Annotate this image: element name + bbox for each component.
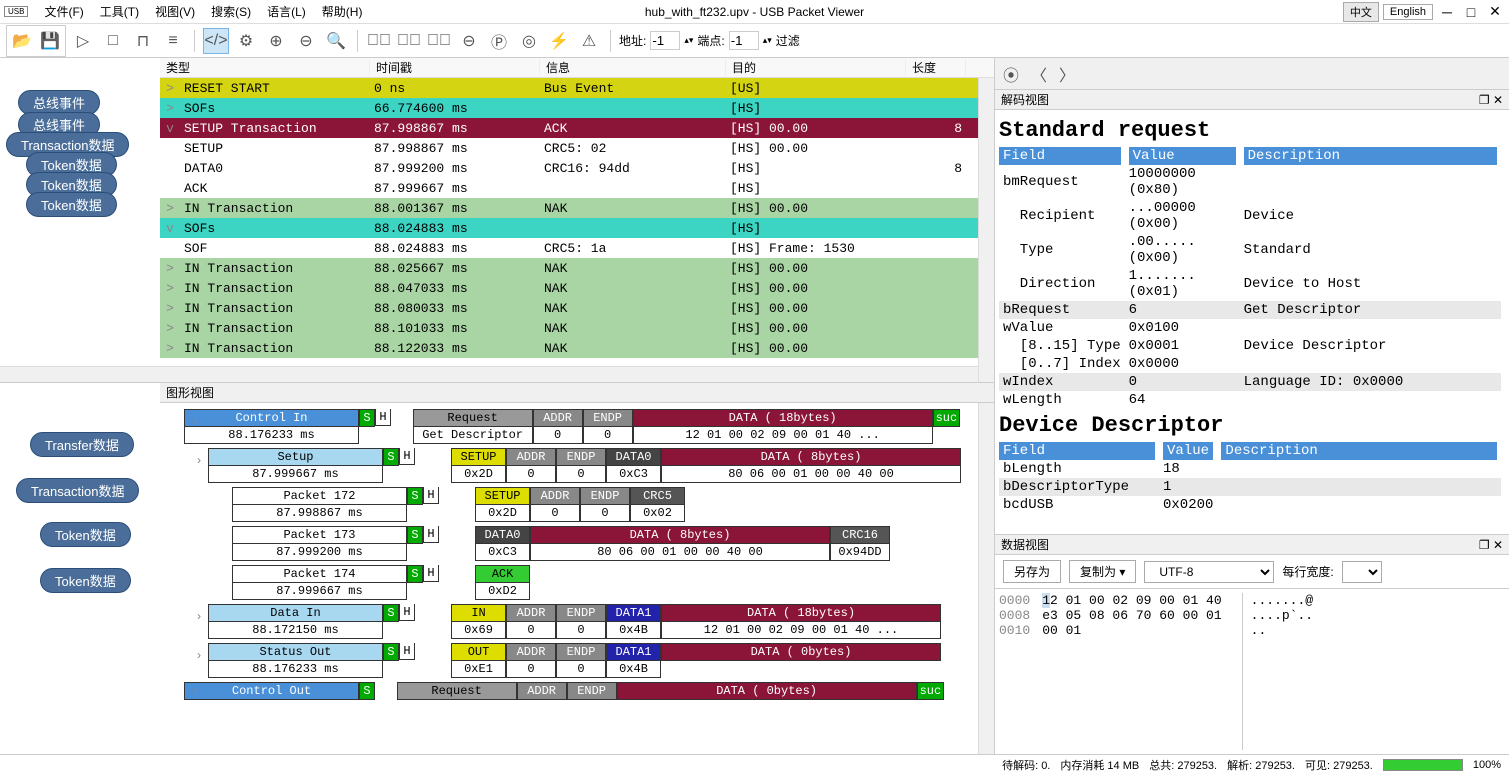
close-panel-icon-2[interactable]: ✕	[1493, 538, 1503, 552]
menu-tools[interactable]: 工具(T)	[92, 3, 147, 20]
bolt-icon[interactable]: ⚡	[546, 28, 572, 54]
menu-search[interactable]: 搜索(S)	[203, 3, 259, 20]
saveas-button[interactable]: 另存为	[1003, 560, 1061, 583]
packet-list-header: 类型 时间戳 信息 目的 长度	[160, 58, 994, 78]
callout-transaction-g: Transaction数据	[16, 478, 139, 503]
table-row[interactable]: >SOFs66.774600 ms[HS]	[160, 98, 994, 118]
decode-body: Standard request FieldValueDescription b…	[995, 110, 1509, 534]
callout-token-3: Token数据	[26, 192, 117, 217]
decode-h2: Device Descriptor	[999, 413, 1505, 438]
close-button[interactable]: ✕	[1485, 3, 1505, 20]
perline-label: 每行宽度:	[1282, 563, 1333, 580]
close-panel-icon[interactable]: ✕	[1493, 93, 1503, 107]
play-icon[interactable]: ▷	[70, 28, 96, 54]
addr-label: 地址:	[619, 32, 646, 49]
minus-circle-icon[interactable]: ⊖	[456, 28, 482, 54]
pin-icon[interactable]: ⊓	[130, 28, 156, 54]
col-type[interactable]: 类型	[160, 59, 370, 76]
graph-scrollbar-v[interactable]	[978, 403, 994, 754]
main-toolbar: 📂 💾 ▷ □ ⊓ ≡ </> ⚙ ⊕ ⊖ 🔍 ✓⃝ ⟳⃝ ✗⃝ ⊖ Ⓟ ◎ ⚡…	[0, 24, 1509, 58]
target-icon[interactable]: ◎	[516, 28, 542, 54]
col-info[interactable]: 信息	[540, 59, 726, 76]
ep-label: 端点:	[697, 32, 724, 49]
col-dest[interactable]: 目的	[726, 59, 906, 76]
p-circle-icon[interactable]: Ⓟ	[486, 28, 512, 54]
usb-badge: USB	[4, 6, 28, 17]
scrollbar-h[interactable]	[0, 366, 978, 382]
status-total: 总共: 279253.	[1149, 757, 1217, 773]
encoding-select[interactable]: UTF-8	[1144, 561, 1274, 583]
lang-zh-button[interactable]: 中文	[1343, 2, 1379, 22]
status-bar: 待解码: 0. 内存消耗 14 MB 总共: 279253. 解析: 27925…	[0, 754, 1509, 775]
col-len[interactable]: 长度	[906, 59, 966, 76]
table-row[interactable]: SOF88.024883 msCRC5: 1a[HS] Frame: 1530	[160, 238, 994, 258]
table-row[interactable]: >IN Transaction88.025667 msNAK[HS] 00.00	[160, 258, 994, 278]
callout-token-g1: Token数据	[40, 522, 131, 547]
progress-bar	[1383, 759, 1463, 771]
undock-icon-2[interactable]: ❐	[1479, 538, 1490, 552]
window-title: hub_with_ft232.upv - USB Packet Viewer	[645, 5, 864, 19]
decode-panel-title: 解码视图 ❐ ✕	[995, 90, 1509, 110]
graph-panel: 图形视图 › Control In88.176233 msSH RequestG…	[0, 382, 994, 754]
data-panel: 数据视图 ❐ ✕ 另存为 复制为 ▾ UTF-8 每行宽度: 8 0000000…	[995, 534, 1509, 754]
open-icon[interactable]: 📂	[9, 28, 35, 54]
data-panel-title: 数据视图 ❐ ✕	[995, 535, 1509, 555]
status-visible: 可见: 279253.	[1305, 757, 1373, 773]
callout-transfer: Transfer数据	[30, 432, 134, 457]
ep-input[interactable]	[729, 31, 759, 50]
table-row[interactable]: SETUP87.998867 msCRC5: 02[HS] 00.00	[160, 138, 994, 158]
table-row[interactable]: vSOFs88.024883 ms[HS]	[160, 218, 994, 238]
table-row[interactable]: >IN Transaction88.122033 msNAK[HS] 00.00	[160, 338, 994, 358]
check-icon[interactable]: ✓⃝	[366, 28, 392, 54]
callout-token-g2: Token数据	[40, 568, 131, 593]
table-row[interactable]: >RESET START0 nsBus Event[US]	[160, 78, 994, 98]
menu-help[interactable]: 帮助(H)	[314, 3, 371, 20]
prev-icon[interactable]: 〈	[1031, 62, 1047, 86]
zoom-in-icon[interactable]: ⊕	[263, 28, 289, 54]
eye-icon[interactable]: ⦿	[1003, 62, 1019, 86]
filter-button[interactable]: 过滤	[776, 32, 800, 49]
save-icon[interactable]: 💾	[37, 28, 63, 54]
data-toolbar: 另存为 复制为 ▾ UTF-8 每行宽度: 8	[995, 555, 1509, 589]
lang-en-button[interactable]: English	[1383, 4, 1433, 20]
title-bar: USB 文件(F) 工具(T) 视图(V) 搜索(S) 语言(L) 帮助(H) …	[0, 0, 1509, 24]
list-icon[interactable]: ≡	[160, 28, 186, 54]
x-circle-icon[interactable]: ✗⃝	[426, 28, 452, 54]
maximize-button[interactable]: □	[1461, 4, 1481, 20]
table-row[interactable]: >IN Transaction88.101033 msNAK[HS] 00.00	[160, 318, 994, 338]
refresh-icon[interactable]: ⟳⃝	[396, 28, 422, 54]
search-icon[interactable]: 🔍	[323, 28, 349, 54]
table-row[interactable]: >IN Transaction88.047033 msNAK[HS] 00.00	[160, 278, 994, 298]
status-pct: 100%	[1473, 759, 1501, 771]
undock-icon[interactable]: ❐	[1479, 93, 1490, 107]
col-time[interactable]: 时间戳	[370, 59, 540, 76]
scrollbar-v[interactable]	[978, 78, 994, 382]
code-icon[interactable]: </>	[203, 28, 229, 54]
gear-icon[interactable]: ⚙	[233, 28, 259, 54]
stop-icon[interactable]: □	[100, 28, 126, 54]
hex-view[interactable]: 000000080010 12 01 00 02 09 00 01 40e3 0…	[995, 589, 1509, 754]
status-mem: 内存消耗 14 MB	[1060, 757, 1139, 773]
status-pending: 待解码: 0.	[1002, 757, 1050, 773]
graph-panel-title: 图形视图	[160, 383, 994, 403]
addr-input[interactable]	[650, 31, 680, 50]
zoom-out-icon[interactable]: ⊖	[293, 28, 319, 54]
table-row[interactable]: DATA087.999200 msCRC16: 94dd[HS]8	[160, 158, 994, 178]
perline-select[interactable]: 8	[1342, 561, 1382, 583]
table-row[interactable]: >IN Transaction88.080033 msNAK[HS] 00.00	[160, 298, 994, 318]
table-row[interactable]: >IN Transaction88.001367 msNAK[HS] 00.00	[160, 198, 994, 218]
minimize-button[interactable]: ─	[1437, 4, 1457, 20]
copyas-button[interactable]: 复制为 ▾	[1069, 560, 1136, 583]
decode-h1: Standard request	[999, 118, 1505, 143]
decode-toolbar: ⦿ 〈 〉	[995, 58, 1509, 90]
status-parsed: 解析: 279253.	[1227, 757, 1295, 773]
menu-file[interactable]: 文件(F)	[36, 3, 91, 20]
menu-view[interactable]: 视图(V)	[147, 3, 203, 20]
next-icon[interactable]: 〉	[1059, 62, 1075, 86]
packet-list: 类型 时间戳 信息 目的 长度 >RESET START0 nsBus Even…	[0, 58, 994, 382]
warning-icon[interactable]: ⚠	[576, 28, 602, 54]
menu-lang[interactable]: 语言(L)	[259, 3, 314, 20]
table-row[interactable]: vSETUP Transaction87.998867 msACK[HS] 00…	[160, 118, 994, 138]
table-row[interactable]: ACK87.999667 ms[HS]	[160, 178, 994, 198]
